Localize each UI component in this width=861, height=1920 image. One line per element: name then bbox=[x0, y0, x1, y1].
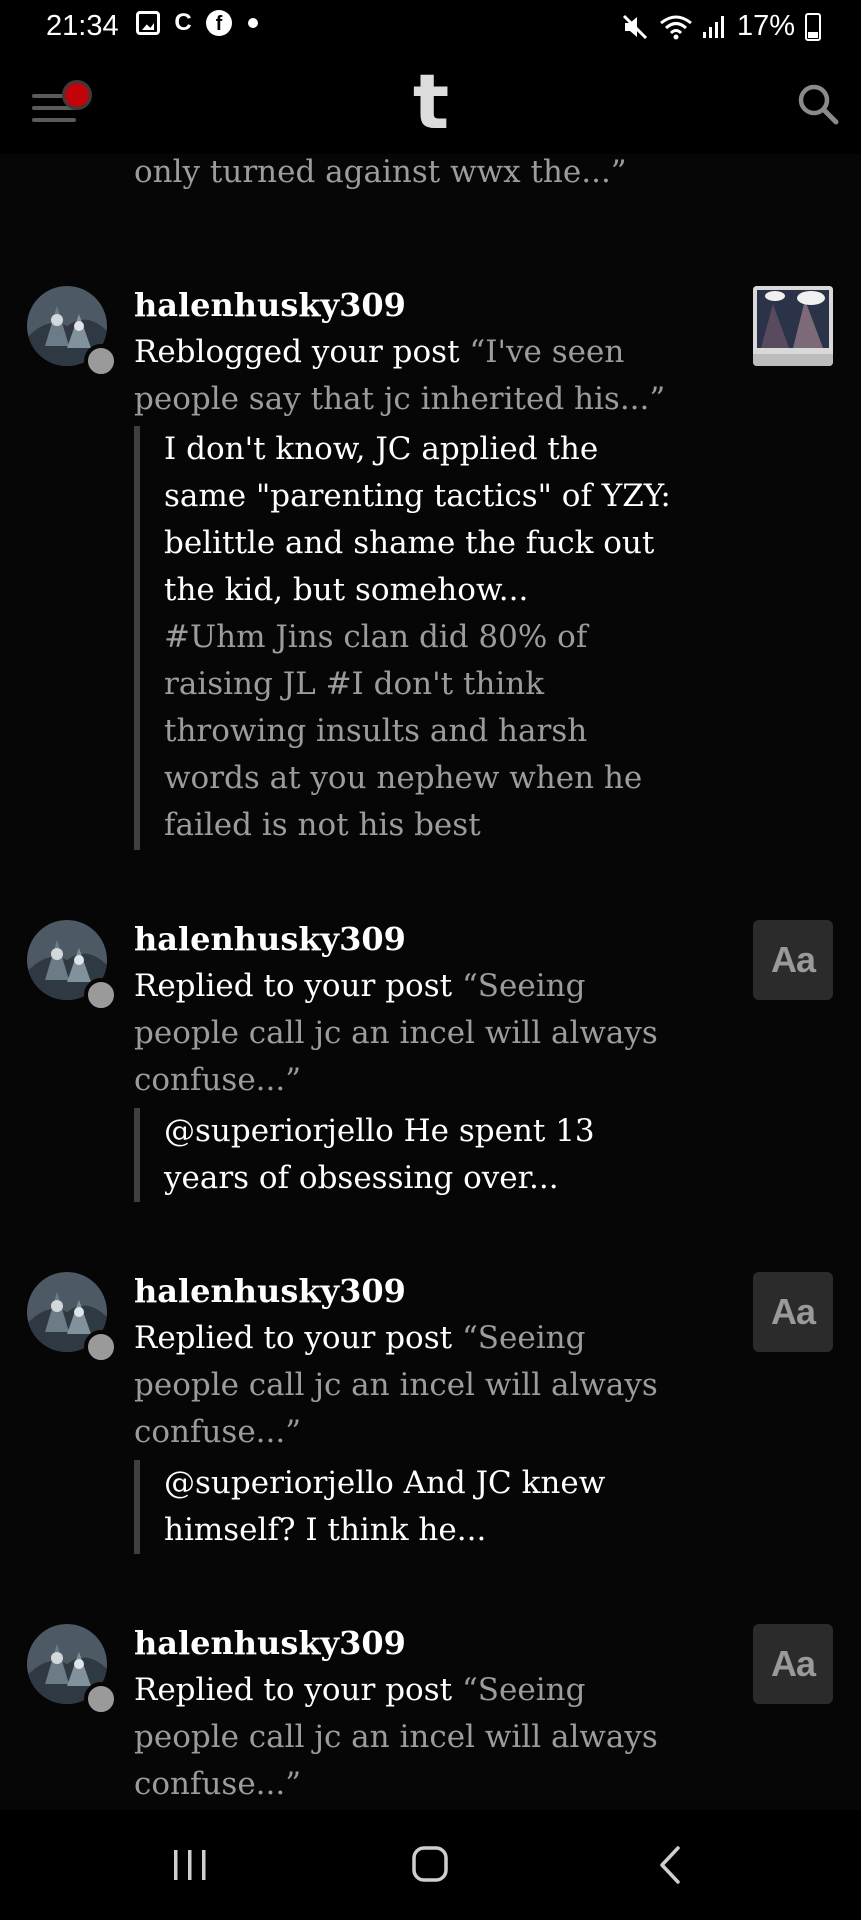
battery-icon bbox=[805, 12, 821, 41]
status-time: 21:34 bbox=[46, 10, 119, 42]
username[interactable]: halenhusky309 bbox=[134, 1268, 674, 1315]
action-verb: Reblogged your post bbox=[134, 334, 460, 370]
quote-text: I don't know, JC applied the same "paren… bbox=[164, 431, 671, 608]
avatar-badge-icon bbox=[84, 154, 118, 158]
action-verb: Replied to your post bbox=[134, 1320, 453, 1356]
status-bar: 21:34 C f 17% bbox=[0, 0, 861, 56]
activity-feed[interactable]: only turned against wwx the...” halenhus… bbox=[0, 154, 861, 1810]
avatar[interactable] bbox=[27, 416, 107, 496]
wifi-icon bbox=[660, 15, 692, 39]
username[interactable]: halenhusky309 bbox=[134, 916, 674, 963]
username[interactable]: halenhusky309 bbox=[134, 282, 674, 329]
text-post-thumbnail[interactable]: Aa bbox=[753, 1624, 833, 1704]
action-line: Replied to your post “Seeing people call… bbox=[134, 963, 674, 1104]
recents-icon[interactable] bbox=[160, 1840, 220, 1890]
system-nav-bar bbox=[0, 1810, 861, 1920]
menu-line bbox=[32, 118, 76, 122]
avatar-badge-icon bbox=[84, 1330, 118, 1364]
avatar-badge-icon bbox=[84, 1682, 118, 1716]
activity-text: halenhusky309 Replied to your post “Seei… bbox=[134, 1620, 674, 1808]
dot-icon bbox=[248, 18, 258, 28]
mute-icon bbox=[622, 14, 648, 39]
username[interactable]: halenhusky309 bbox=[134, 1620, 674, 1667]
reblog-quote[interactable]: I don't know, JC applied the same "paren… bbox=[134, 426, 674, 850]
tumblr-logo[interactable]: t bbox=[400, 64, 462, 140]
activity-item-truncated[interactable]: only turned against wwx the...” bbox=[0, 154, 861, 244]
activity-text: only turned against wwx the...” bbox=[134, 154, 674, 196]
system-icons: 17% bbox=[621, 10, 821, 43]
app-header: t bbox=[0, 56, 861, 154]
image-icon bbox=[136, 11, 160, 35]
home-icon[interactable] bbox=[400, 1840, 460, 1890]
action-line: Reblogged your post “I've seen people sa… bbox=[134, 329, 674, 423]
avatar-badge-icon bbox=[84, 978, 118, 1012]
facebook-icon: f bbox=[206, 10, 232, 36]
text-post-thumbnail[interactable]: Aa bbox=[753, 920, 833, 1000]
action-line: Replied to your post “Seeing people call… bbox=[134, 1315, 674, 1456]
activity-text: halenhusky309 Replied to your post “Seei… bbox=[134, 1268, 674, 1456]
reply-quote[interactable]: @superiorjello And JC knew himself? I th… bbox=[134, 1460, 674, 1554]
text-post-thumbnail[interactable]: Aa bbox=[753, 1272, 833, 1352]
quote-text: @superiorjello He spent 13 years of obse… bbox=[164, 1113, 595, 1196]
activity-text: halenhusky309 Replied to your post “Seei… bbox=[134, 916, 674, 1104]
quote-tags: #Uhm Jins clan did 80% of raising JL #I … bbox=[164, 619, 643, 843]
signal-icon bbox=[702, 15, 724, 38]
action-verb: Replied to your post bbox=[134, 968, 453, 1004]
reply-quote[interactable]: @superiorjello He spent 13 years of obse… bbox=[134, 1108, 674, 1202]
action-tail: only turned against wwx the...” bbox=[134, 154, 674, 196]
action-verb: Replied to your post bbox=[134, 1672, 453, 1708]
battery-text: 17% bbox=[736, 10, 795, 42]
quote-text: @superiorjello And JC knew himself? I th… bbox=[164, 1465, 606, 1548]
search-icon[interactable] bbox=[796, 82, 840, 126]
thumbnail-image bbox=[753, 286, 833, 366]
hamburger-menu-icon[interactable] bbox=[32, 80, 92, 128]
post-thumbnail[interactable] bbox=[753, 286, 833, 366]
c-app-icon: C bbox=[174, 9, 192, 36]
back-icon[interactable] bbox=[642, 1840, 702, 1890]
activity-text: halenhusky309 Reblogged your post “I've … bbox=[134, 282, 674, 423]
avatar-badge-icon bbox=[84, 344, 118, 378]
notification-icons: C f bbox=[136, 9, 258, 36]
action-line: Replied to your post “Seeing people call… bbox=[134, 1667, 674, 1808]
notification-badge bbox=[62, 80, 92, 110]
post-excerpt: only turned against wwx the...” bbox=[134, 154, 627, 190]
